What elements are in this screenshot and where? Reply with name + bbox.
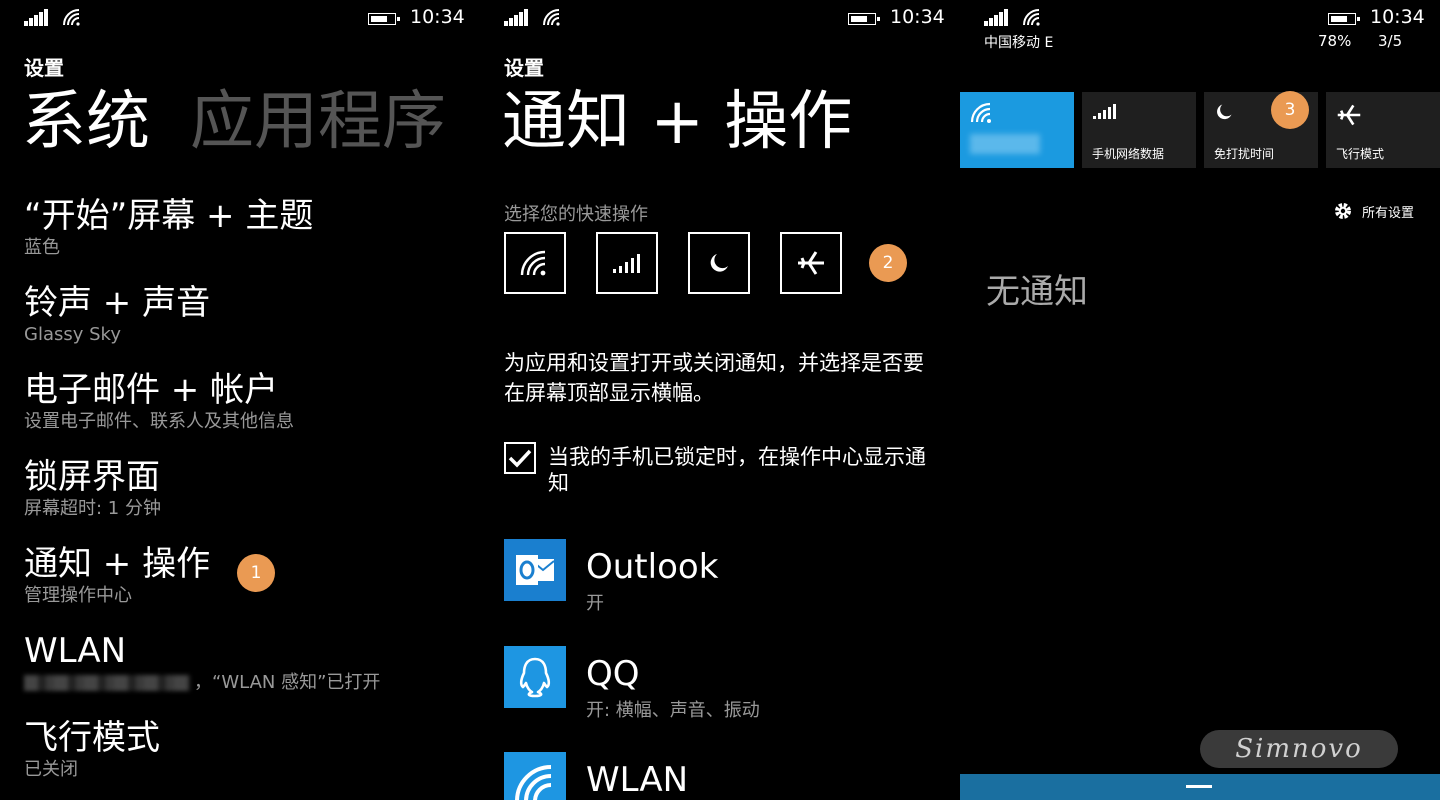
step-badge-1: 1 <box>237 554 275 592</box>
settings-item-wlan[interactable]: WLAN ，“WLAN 感知”已打开 <box>24 631 380 718</box>
carrier-name: 中国移动 E <box>984 35 1054 51</box>
settings-item-start-theme[interactable]: “开始”屏幕 + 主题 蓝色 <box>24 196 380 283</box>
item-title: 锁屏界面 <box>24 457 160 497</box>
app-name: QQ <box>586 654 640 694</box>
empty-notifications-text: 无通知 <box>986 272 1088 312</box>
moon-icon <box>710 254 728 272</box>
action-center-panel: 10:34 中国移动 E 78% 3/5 手机网络数据 免打扰时间 飞行模式 3… <box>960 0 1440 800</box>
settings-list: “开始”屏幕 + 主题 蓝色 铃声 + 声音 Glassy Sky 电子邮件 +… <box>24 196 380 800</box>
status-time: 10:34 <box>890 6 945 28</box>
pivot-applications[interactable]: 应用程序 <box>190 85 446 159</box>
battery-percent: 78% <box>1318 32 1352 50</box>
gear-icon <box>1334 203 1351 219</box>
battery-icon <box>848 13 880 25</box>
status-bar: 10:34 <box>480 6 960 30</box>
app-row-outlook[interactable]: Outlook 开 <box>504 539 944 619</box>
quick-action-wifi[interactable] <box>504 232 566 294</box>
quick-action-airplane[interactable] <box>780 232 842 294</box>
tile-label: 手机网络数据 <box>1092 147 1165 161</box>
item-title: “开始”屏幕 + 主题 <box>24 196 314 236</box>
wifi-icon <box>970 102 991 123</box>
app-status: 开 <box>586 593 604 614</box>
airplane-icon <box>798 251 824 275</box>
status-time: 10:34 <box>1370 6 1425 28</box>
wifi-signal-icon <box>543 9 560 26</box>
qq-icon <box>504 646 566 708</box>
wifi-signal-icon <box>1023 9 1040 26</box>
tile-cellular[interactable]: 手机网络数据 <box>1082 92 1196 168</box>
settings-item-airplane-mode[interactable]: 飞行模式 已关闭 <box>24 718 380 800</box>
tile-label: 飞行模式 <box>1336 147 1385 161</box>
app-row-wlan[interactable]: WLAN <box>504 752 944 800</box>
settings-header: 设置 <box>504 56 544 80</box>
tile-wifi[interactable] <box>960 92 1074 168</box>
item-subtitle: Glassy Sky <box>24 324 121 345</box>
item-subtitle: 管理操作中心 <box>24 585 132 606</box>
settings-item-notifications-actions[interactable]: 通知 + 操作 管理操作中心 <box>24 544 380 631</box>
settings-header: 设置 <box>24 56 64 80</box>
signal-icon <box>24 8 50 26</box>
tile-airplane-mode[interactable]: 飞行模式 <box>1326 92 1440 168</box>
quick-actions-label: 选择您的快速操作 <box>504 204 648 225</box>
signal-icon <box>504 8 530 26</box>
wifi-icon <box>520 250 546 276</box>
redacted-network-name <box>970 134 1040 154</box>
notifications-description: 为应用和设置打开或关闭通知，并选择是否要在屏幕顶部显示横幅。 <box>504 351 924 405</box>
checkbox-label: 当我的手机已锁定时，在操作中心显示通知 <box>548 445 926 495</box>
battery-icon <box>1328 13 1360 25</box>
item-title: WLAN <box>24 631 127 671</box>
status-bar: 10:34 <box>960 6 1440 30</box>
redacted-network-name <box>24 675 190 691</box>
step-badge-3: 3 <box>1271 91 1309 129</box>
step-badge-2: 2 <box>869 244 907 282</box>
status-time: 10:34 <box>410 6 465 28</box>
notifications-actions-panel: 10:34 设置 通知 + 操作 选择您的快速操作 2 为应用和设置打开或关闭通… <box>480 0 960 800</box>
app-name: Outlook <box>586 547 719 587</box>
wifi-icon <box>504 752 566 800</box>
settings-item-ringtones-sounds[interactable]: 铃声 + 声音 Glassy Sky <box>24 283 380 370</box>
airplane-icon <box>1337 104 1361 126</box>
cellular-icon <box>1093 104 1116 119</box>
settings-item-email-accounts[interactable]: 电子邮件 + 帐户 设置电子邮件、联系人及其他信息 <box>24 370 380 457</box>
outlook-icon <box>504 539 566 601</box>
settings-system-panel: 10:34 设置 系统 应用程序 “开始”屏幕 + 主题 蓝色 铃声 + 声音 G… <box>0 0 480 800</box>
item-subtitle: 已关闭 <box>24 759 78 780</box>
pivot-header: 系统 应用程序 <box>22 82 446 162</box>
item-title: 飞行模式 <box>24 718 160 758</box>
checkmark-icon <box>508 449 532 468</box>
settings-item-lock-screen[interactable]: 锁屏界面 屏幕超时: 1 分钟 <box>24 457 380 544</box>
item-subtitle: ，“WLAN 感知”已打开 <box>24 671 380 695</box>
item-title: 通知 + 操作 <box>24 544 211 584</box>
app-row-qq[interactable]: QQ 开: 横幅、声音、振动 <box>504 646 944 726</box>
signal-icon <box>984 8 1010 26</box>
all-settings-label: 所有设置 <box>1361 205 1414 221</box>
moon-icon <box>1217 104 1232 120</box>
action-center-handle-bar[interactable] <box>960 774 1440 800</box>
item-title: 电子邮件 + 帐户 <box>24 370 279 410</box>
item-title: 铃声 + 声音 <box>24 283 211 323</box>
item-subtitle: 蓝色 <box>24 237 60 258</box>
all-settings-link[interactable]: 所有设置 <box>1332 200 1414 222</box>
quick-action-cellular[interactable] <box>596 232 658 294</box>
drag-handle[interactable] <box>1186 785 1212 788</box>
cellular-icon <box>613 254 640 273</box>
pivot-system[interactable]: 系统 <box>22 85 150 159</box>
quick-action-quiet-hours[interactable] <box>688 232 750 294</box>
item-subtitle: 屏幕超时: 1 分钟 <box>24 498 161 519</box>
item-subtitle: 设置电子邮件、联系人及其他信息 <box>24 411 294 432</box>
notification-count: 3/5 <box>1378 32 1403 50</box>
app-name: WLAN <box>586 760 689 800</box>
status-bar: 10:34 <box>0 6 480 30</box>
lock-screen-checkbox[interactable] <box>504 442 536 474</box>
wifi-signal-icon <box>63 9 80 26</box>
tile-label: 免打扰时间 <box>1214 147 1275 161</box>
app-status: 开: 横幅、声音、振动 <box>586 700 760 721</box>
page-title: 通知 + 操作 <box>502 85 853 159</box>
battery-icon <box>368 13 400 25</box>
watermark: Simnovo <box>1200 730 1398 768</box>
